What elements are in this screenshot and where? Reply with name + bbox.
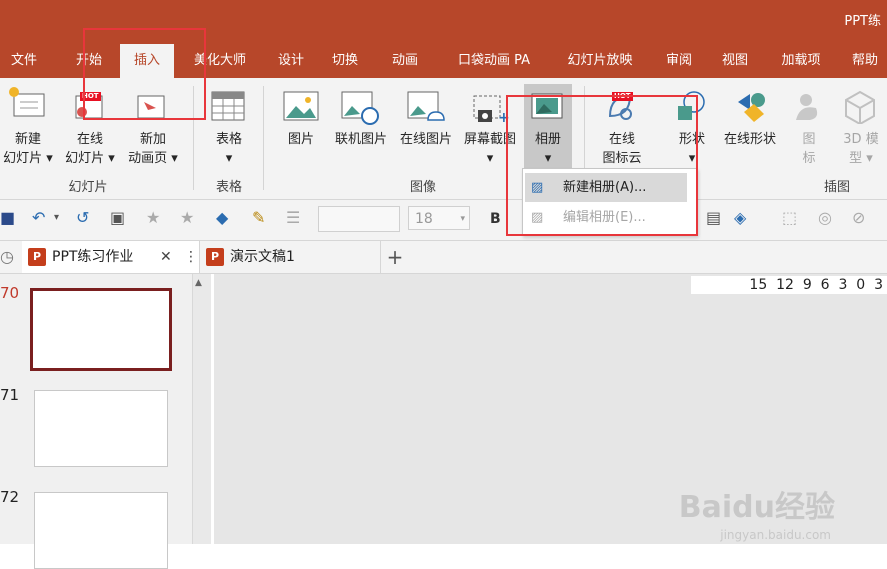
star-add-icon[interactable]: ★ <box>146 208 160 227</box>
table-icon <box>211 91 245 121</box>
tab-review[interactable]: 审阅 <box>656 44 702 78</box>
3d-model-label2: 型 <box>849 151 863 166</box>
ruler: 15 12 9 6 3 0 3 <box>691 276 887 294</box>
new-slide-label2: 幻灯片 <box>3 151 43 166</box>
slide-thumbnail-selected[interactable] <box>30 288 172 371</box>
select-icon[interactable]: ⬚ <box>782 208 797 227</box>
highlight-album <box>506 95 698 236</box>
slide-thumbnail[interactable] <box>34 492 168 569</box>
doc-tab-title: 演示文稿1 <box>230 249 295 265</box>
online-picture-icon <box>341 91 379 125</box>
slide-number: 71 <box>0 386 20 404</box>
3d-model-icon <box>845 90 875 124</box>
font-name-box[interactable] <box>318 206 400 232</box>
3d-model-button[interactable]: 3D 模 型 ▾ <box>836 130 886 168</box>
star-icon[interactable]: ★ <box>180 208 194 227</box>
new-anim-label: 新加 <box>139 132 166 147</box>
tab-addins[interactable]: 加载项 <box>770 44 832 78</box>
vertical-scrollbar[interactable]: ▲ <box>192 274 211 544</box>
group-label-tables: 表格 <box>215 180 242 195</box>
doc-tab-presentation[interactable]: P 演示文稿1 <box>204 241 378 273</box>
3d-model-label: 3D 模 <box>843 132 879 147</box>
format-painter-icon[interactable]: ✎ <box>252 208 265 227</box>
table-button[interactable]: 表格 ▾ <box>204 130 254 168</box>
document-tabs: ◷ P PPT练习作业 ✕ ⋮ P 演示文稿1 + <box>0 241 887 274</box>
icons-label: 图 <box>802 132 816 147</box>
tab-pocket-animation[interactable]: 口袋动画 PA <box>446 44 542 78</box>
online-shapes-icon <box>738 93 765 122</box>
bullets-icon[interactable]: ☰ <box>286 208 300 227</box>
new-slide-button[interactable]: 新建 幻灯片 ▾ <box>0 130 56 168</box>
window-title: PPT练 <box>844 14 881 29</box>
new-slide-icon <box>9 87 45 117</box>
history-icon[interactable]: ◷ <box>0 247 14 266</box>
new-anim-label2: 动画页 <box>128 151 168 166</box>
highlight-insert-tab <box>83 28 206 120</box>
font-size-box[interactable]: 18 ▾ <box>408 206 470 230</box>
tab-help[interactable]: 帮助 <box>842 44 887 78</box>
link-icon[interactable]: ⊘ <box>852 208 865 227</box>
new-slide-label: 新建 <box>14 132 41 147</box>
more-icon[interactable]: ⋮ <box>184 241 198 273</box>
scroll-up-icon[interactable]: ▲ <box>195 278 202 288</box>
online-pictures-button[interactable]: 联机图片 <box>328 130 394 149</box>
new-animation-page-button[interactable]: 新加 动画页 ▾ <box>122 130 184 168</box>
tab-slideshow[interactable]: 幻灯片放映 <box>556 44 644 78</box>
tab-design[interactable]: 设计 <box>268 44 314 78</box>
screenshot-icon: + <box>473 95 510 126</box>
separator <box>263 86 264 190</box>
online-shapes-button[interactable]: 在线形状 <box>716 130 784 149</box>
icons-button[interactable]: 图 标 <box>790 130 828 168</box>
redo-icon[interactable]: ↺ <box>76 208 89 227</box>
slide-thumbnail-pane: 70 71 72 <box>0 274 192 569</box>
online-slide-button[interactable]: 在线 幻灯片 ▾ <box>58 130 122 168</box>
online-slide-label: 在线 <box>76 132 103 147</box>
text-box-icon[interactable]: ▤ <box>706 208 721 227</box>
undo-dropdown-icon[interactable]: ▾ <box>54 212 59 223</box>
slide-number: 72 <box>0 488 20 506</box>
tab-file[interactable]: 文件 <box>0 44 48 78</box>
cube-icon[interactable]: ◆ <box>216 208 228 227</box>
online-image-button[interactable]: 在线图片 <box>394 130 458 149</box>
baidu-watermark-url: jingyan.baidu.com <box>720 528 831 542</box>
group-label-slides: 幻灯片 <box>68 180 108 195</box>
tab-view[interactable]: 视图 <box>712 44 758 78</box>
font-size-value: 18 <box>415 211 433 227</box>
baidu-watermark-logo: Baidu经验 <box>678 490 835 525</box>
close-icon[interactable]: ✕ <box>160 241 172 273</box>
present-icon[interactable]: ▣ <box>110 208 125 227</box>
picture-icon <box>283 91 319 121</box>
group-icon[interactable]: ◎ <box>818 208 832 227</box>
picture-button[interactable]: 图片 <box>276 130 326 149</box>
shape-fill-icon[interactable]: ◈ <box>734 208 746 227</box>
tab-transitions[interactable]: 切换 <box>322 44 368 78</box>
group-label-illustrations: 插图 <box>823 180 850 195</box>
slide-thumbnail[interactable] <box>34 390 168 467</box>
slide-number: 70 <box>0 284 20 302</box>
icons-icon <box>796 94 818 120</box>
online-slide-label2: 幻灯片 <box>65 151 105 166</box>
tab-animations[interactable]: 动画 <box>382 44 428 78</box>
online-image-icon <box>407 91 445 121</box>
bold-button[interactable]: B <box>490 211 501 227</box>
icons-label2: 标 <box>802 151 816 166</box>
doc-tab-ppt[interactable]: P PPT练习作业 ✕ ⋮ <box>22 241 200 273</box>
save-icon[interactable]: ■ <box>0 208 15 227</box>
undo-icon[interactable]: ↶ <box>32 208 45 227</box>
group-label-images: 图像 <box>409 180 436 195</box>
quick-access-toolbar: ■ ↶ ▾ ↺ ▣ ★ ★ ◆ ✎ ☰ 18 ▾ B ▤ ◈ ⬚ ◎ ⊘ <box>0 200 887 241</box>
powerpoint-icon: P <box>28 248 46 266</box>
powerpoint-icon: P <box>206 248 224 266</box>
doc-tab-title: PPT练习作业 <box>52 249 134 265</box>
add-tab-button[interactable]: + <box>380 241 409 273</box>
table-label: 表格 <box>215 132 242 147</box>
